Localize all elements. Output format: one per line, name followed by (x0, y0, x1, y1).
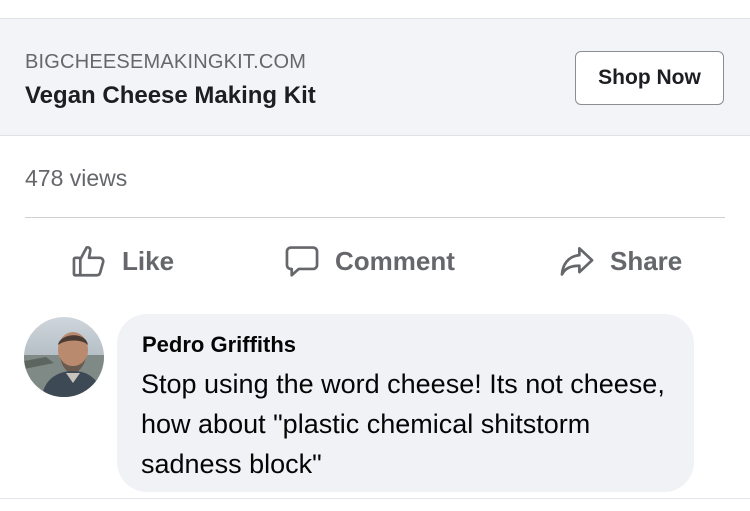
divider (25, 217, 725, 218)
view-count: 478 views (25, 165, 128, 191)
comment-icon (283, 242, 321, 280)
share-icon (558, 242, 596, 280)
comment-text: Stop using the word cheese! Its not chee… (141, 369, 665, 479)
ad-domain: BIGCHEESEMAKINGKIT.COM (25, 51, 307, 73)
share-label: Share (610, 245, 683, 276)
comment-bubble: Pedro Griffiths Stop using the word chee… (117, 314, 694, 492)
comment-button[interactable]: Comment (283, 236, 455, 286)
commenter-name[interactable]: Pedro Griffiths (142, 332, 296, 358)
share-button[interactable]: Share (558, 236, 682, 286)
thumbs-up-icon (70, 242, 108, 280)
like-label: Like (122, 245, 175, 276)
shop-now-button[interactable]: Shop Now (575, 51, 724, 105)
comment-label: Comment (335, 245, 455, 276)
ad-title[interactable]: Vegan Cheese Making Kit (25, 82, 316, 110)
sponsored-link-card[interactable]: BIGCHEESEMAKINGKIT.COM Vegan Cheese Maki… (0, 18, 750, 136)
divider (0, 498, 750, 499)
avatar[interactable] (24, 317, 104, 397)
like-button[interactable]: Like (70, 236, 174, 286)
